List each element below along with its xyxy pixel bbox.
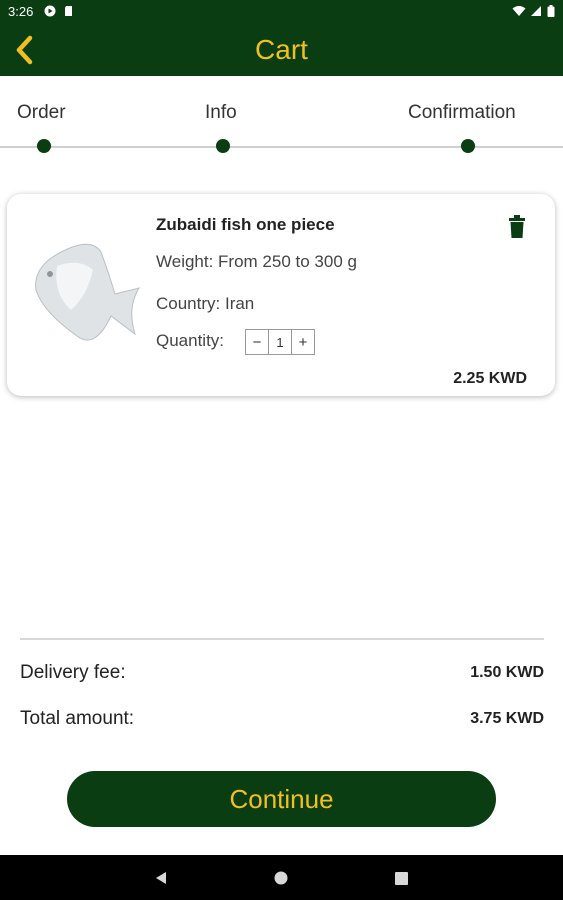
quantity-value: 1: [268, 330, 292, 354]
home-icon[interactable]: [274, 871, 288, 885]
increase-button[interactable]: +: [292, 330, 314, 354]
product-weight: Weight: From 250 to 300 g: [156, 252, 357, 271]
product-country: Country: Iran: [156, 294, 255, 313]
page-title: Cart: [255, 34, 308, 65]
delivery-fee-value: 1.50 KWD: [470, 664, 544, 681]
step-progress-line: [0, 146, 563, 148]
status-bar: 3:26: [0, 0, 563, 24]
step-info-label: Info: [205, 102, 237, 123]
sd-card-icon: [65, 6, 72, 16]
navigation-bar: [0, 855, 563, 900]
total-amount-value: 3.75 KWD: [470, 710, 544, 727]
quantity-stepper: − 1 +: [245, 329, 315, 355]
delivery-fee-label: Delivery fee:: [20, 662, 126, 683]
signal-icon: [531, 6, 541, 16]
fish-image: [35, 243, 141, 341]
recents-icon[interactable]: [395, 872, 408, 885]
media-icon: [44, 5, 56, 17]
app-bar: Cart: [0, 24, 563, 76]
step-order-dot: [37, 139, 51, 153]
battery-icon: [547, 5, 555, 17]
status-time: 3:26: [8, 4, 34, 19]
summary-divider: [20, 638, 544, 640]
quantity-label: Quantity:: [156, 331, 225, 350]
step-confirmation-label: Confirmation: [408, 102, 516, 123]
item-price: 2.25 KWD: [453, 370, 527, 387]
wifi-icon: [512, 6, 526, 16]
cart-item-card: Zubaidi fish one piece Weight: From 250 …: [7, 194, 555, 396]
step-confirmation-dot: [461, 139, 475, 153]
product-name: Zubaidi fish one piece: [156, 215, 335, 234]
step-order-label: Order: [17, 102, 66, 123]
decrease-button[interactable]: −: [246, 330, 268, 354]
step-info-dot: [216, 139, 230, 153]
back-icon[interactable]: [154, 871, 168, 885]
trash-icon[interactable]: [507, 215, 527, 239]
total-amount-label: Total amount:: [20, 708, 135, 729]
continue-button[interactable]: Continue: [67, 771, 496, 827]
